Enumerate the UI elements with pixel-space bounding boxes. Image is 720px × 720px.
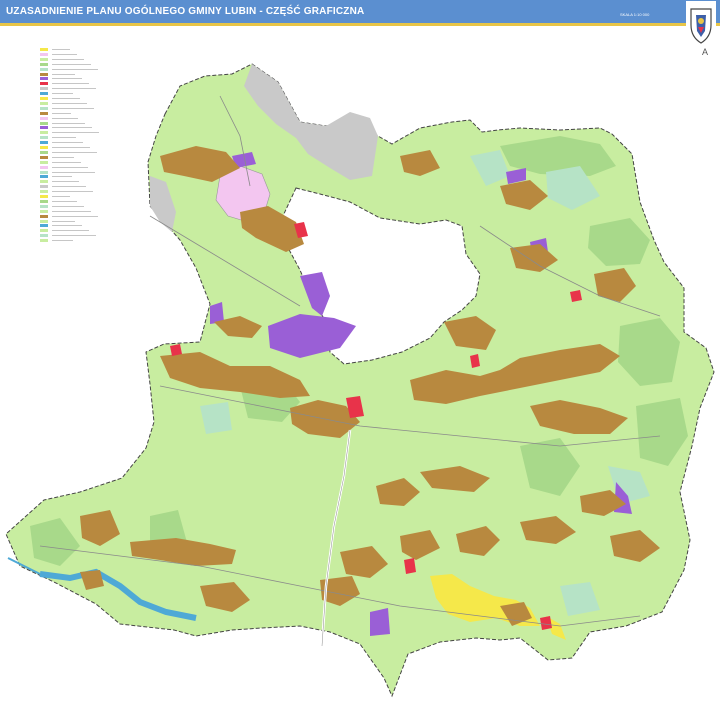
land-use-map[interactable] — [0, 26, 720, 720]
services-area — [540, 616, 552, 630]
scale-label: SKALA 1:10 000 — [620, 12, 650, 17]
services-area — [170, 344, 182, 356]
services-area — [570, 290, 582, 302]
map-title: UZASADNIENIE PLANU OGÓLNEGO GMINY LUBIN … — [6, 6, 365, 17]
industrial-zone — [370, 608, 390, 636]
map-header: UZASADNIENIE PLANU OGÓLNEGO GMINY LUBIN … — [0, 0, 720, 26]
services-area — [404, 558, 416, 574]
